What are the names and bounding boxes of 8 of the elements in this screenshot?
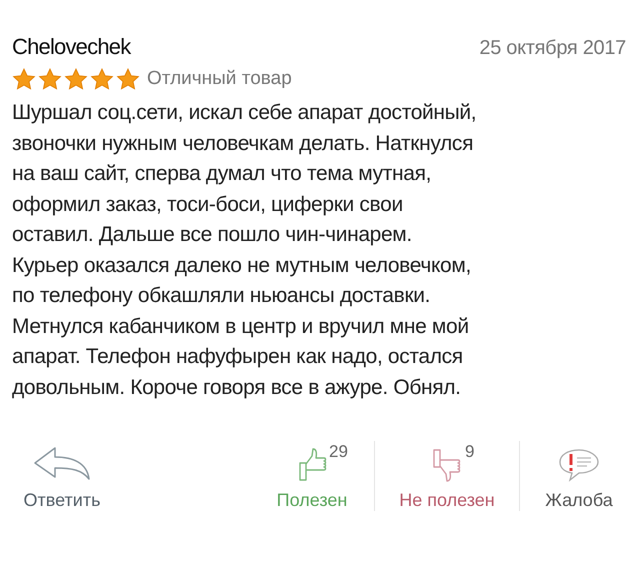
review-text: Шуршал соц.сети, искал себе апарат достойный, звоночки нужным человечкам делать. Наткнулся на ваш сайт, сперва думал что тема мутная, оформил заказ, тоси-боси, циферки свои оставил. Дальше все пошло чин-чинарем. Курьер оказался далеко не мутным человечком, по телефону обкашляли ньюансы доставки. Метнулся кабанчиком в центр и вручил мне мой апарат. Телефон нафуфырен как надо, остался довольным. Короче говоря все в ажуре. Обнял. xyxy=(12,100,478,400)
rating-verdict: Отличный товар xyxy=(147,68,292,90)
author-name: Chelovechek xyxy=(12,34,130,60)
review-date: 25 октября 2017 xyxy=(479,37,626,60)
vote-count: 29 xyxy=(329,442,348,462)
vote-count: 9 xyxy=(465,442,474,462)
reply-button[interactable]: Ответить xyxy=(12,446,112,511)
complaint-button[interactable]: Жалоба xyxy=(532,448,626,511)
